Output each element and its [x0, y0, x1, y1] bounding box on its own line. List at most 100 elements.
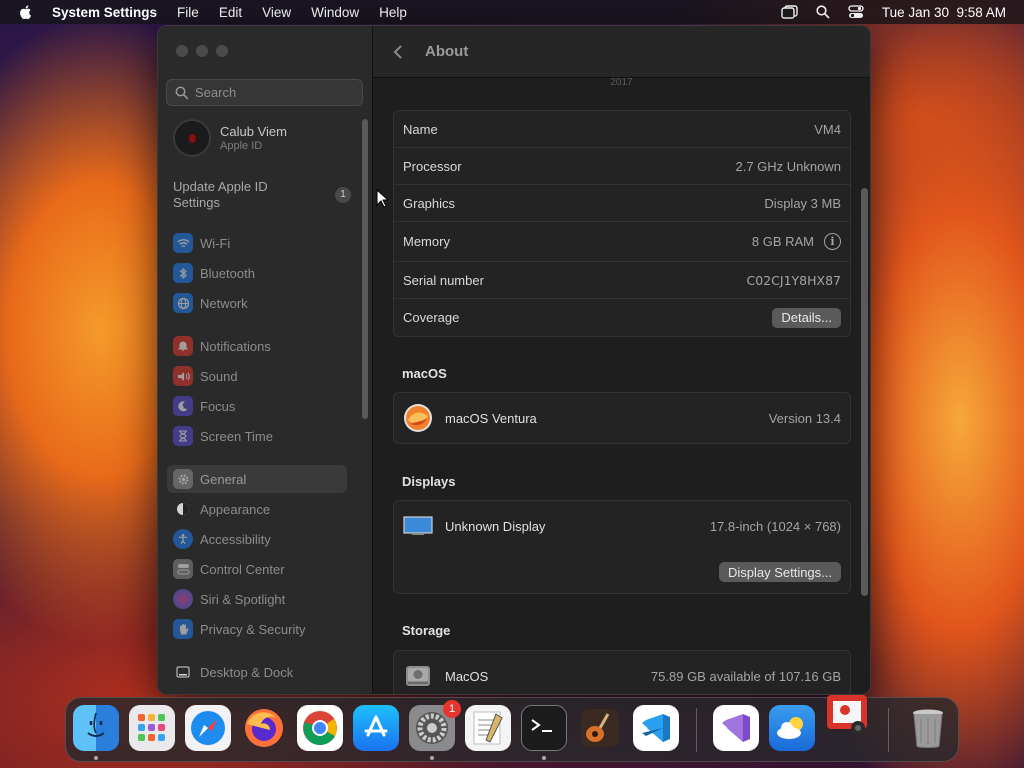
accessibility-icon — [173, 529, 193, 549]
macos-row: macOS Ventura Version 13.4 — [394, 393, 850, 443]
info-key: Coverage — [403, 310, 460, 325]
menu-edit[interactable]: Edit — [219, 5, 242, 20]
sidebar-label: Siri & Spotlight — [200, 591, 286, 607]
menu-window[interactable]: Window — [311, 5, 359, 20]
storage-value: 75.89 GB available of 107.16 GB — [650, 668, 841, 684]
sidebar-scrollbar[interactable] — [362, 119, 368, 419]
menu-view[interactable]: View — [262, 5, 291, 20]
info-row-name: Name VM4 — [394, 111, 850, 148]
sidebar-label: Focus — [200, 398, 236, 414]
display-name: Unknown Display — [445, 518, 546, 534]
apple-menu-icon[interactable] — [18, 4, 34, 20]
dock-separator — [888, 708, 889, 752]
safari-icon[interactable] — [185, 705, 231, 751]
account-subtitle: Apple ID — [220, 140, 263, 152]
display-settings-button[interactable]: Display Settings... — [718, 562, 841, 582]
sidebar-label: Sound — [200, 368, 238, 384]
sidebar-item-general[interactable]: General — [167, 465, 347, 493]
system-settings-icon[interactable]: 1 — [409, 700, 461, 751]
launchpad-icon[interactable] — [129, 705, 175, 751]
info-row-serial: Serial number C02CJ1Y8HX87 — [394, 262, 850, 299]
sidebar-item-network[interactable]: Network — [173, 291, 248, 315]
info-key: Processor — [403, 158, 462, 174]
sidebar-item-wifi[interactable]: Wi-Fi — [173, 231, 230, 255]
weather-icon[interactable] — [769, 705, 815, 751]
menu-bar: System Settings File Edit View Window He… — [0, 0, 1024, 24]
sidebar-label: Network — [200, 295, 248, 311]
sidebar-item-screen-time[interactable]: Screen Time — [173, 424, 273, 448]
sidebar-item-siri-spotlight[interactable]: Siri & Spotlight — [173, 587, 285, 611]
info-icon[interactable]: i — [824, 233, 841, 250]
update-apple-id-item[interactable]: Update Apple ID Settings 1 — [173, 179, 353, 211]
speaker-icon — [173, 366, 193, 386]
minimize-button[interactable] — [196, 45, 208, 57]
search-icon — [175, 86, 189, 99]
visual-studio-icon[interactable] — [713, 705, 759, 751]
menu-help[interactable]: Help — [379, 5, 407, 20]
menu-file[interactable]: File — [177, 5, 199, 20]
storage-row: MacOS 75.89 GB available of 107.16 GB — [394, 651, 850, 694]
sidebar-label: Control Center — [200, 561, 285, 577]
textedit-icon[interactable] — [465, 705, 511, 751]
about-pane: About 2017 Name VM4 Processor 2.7 GHz Un… — [373, 26, 870, 694]
coverage-details-button[interactable]: Details... — [772, 307, 841, 328]
control-center-icon[interactable] — [848, 5, 864, 19]
device-info-group: Name VM4 Processor 2.7 GHz Unknown Graph… — [393, 110, 851, 337]
sidebar-item-desktop-dock[interactable]: Desktop & Dock — [173, 660, 293, 684]
content-scrollbar[interactable] — [861, 188, 868, 596]
garageband-icon[interactable] — [577, 705, 623, 751]
gear-icon — [173, 469, 193, 489]
sidebar-item-control-center[interactable]: Control Center — [173, 557, 285, 581]
zoom-button[interactable] — [216, 45, 228, 57]
terminal-running-indicator — [542, 756, 546, 760]
account-name: Calub Viem — [220, 124, 287, 139]
display-icon — [403, 511, 433, 541]
sidebar-item-appearance[interactable]: Appearance — [173, 497, 270, 521]
update-badge: 1 — [335, 187, 351, 203]
siri-icon — [173, 589, 193, 609]
finder-icon[interactable] — [73, 705, 119, 751]
window-controls — [176, 45, 228, 57]
moon-icon — [173, 396, 193, 416]
back-chevron-icon[interactable] — [393, 44, 403, 60]
close-button[interactable] — [176, 45, 188, 57]
photo-booth-icon[interactable] — [825, 692, 871, 738]
hand-icon — [173, 619, 193, 639]
menu-clock[interactable]: Tue Jan 30 9:58 AM — [882, 5, 1006, 20]
app-store-icon[interactable] — [353, 705, 399, 751]
sidebar-item-accessibility[interactable]: Accessibility — [173, 527, 271, 551]
sidebar-item-notifications[interactable]: Notifications — [173, 334, 271, 358]
info-row-coverage: Coverage Details... — [394, 299, 850, 336]
system-settings-window: Search Calub Viem Apple ID Update Apple … — [157, 25, 871, 695]
info-value: 2.7 GHz Unknown — [735, 158, 842, 174]
displays-group: Unknown Display 17.8-inch (1024 × 768) D… — [393, 500, 851, 594]
stage-manager-icon[interactable] — [781, 5, 798, 19]
trash-icon[interactable] — [905, 705, 951, 751]
firefox-icon[interactable] — [241, 705, 287, 751]
info-value: C02CJ1Y8HX87 — [746, 272, 841, 288]
spotlight-search-icon[interactable] — [816, 5, 830, 19]
sidebar-label: General — [200, 471, 247, 487]
search-field[interactable]: Search — [166, 79, 363, 106]
sidebar-item-focus[interactable]: Focus — [173, 394, 235, 418]
sidebar-item-bluetooth[interactable]: Bluetooth — [173, 261, 255, 285]
apple-id-account[interactable]: Calub Viem Apple ID — [173, 119, 287, 157]
storage-section-header: Storage — [402, 623, 451, 638]
wifi-icon — [173, 233, 193, 253]
bluetooth-icon — [173, 263, 193, 283]
macos-section-header: macOS — [402, 366, 447, 381]
update-apple-id-label: Update Apple ID Settings — [173, 179, 268, 210]
model-year: 2017 — [610, 77, 633, 88]
terminal-icon[interactable] — [521, 705, 567, 751]
info-value: Display 3 MB — [764, 195, 841, 211]
sidebar-item-sound[interactable]: Sound — [173, 364, 238, 388]
display-row: Unknown Display 17.8-inch (1024 × 768) — [394, 501, 850, 551]
chrome-icon[interactable] — [297, 705, 343, 751]
info-key: Name — [403, 121, 438, 137]
vscode-icon[interactable] — [633, 705, 679, 751]
app-menu[interactable]: System Settings — [52, 5, 157, 20]
sidebar-label: Bluetooth — [200, 265, 255, 281]
displays-section-header: Displays — [402, 474, 456, 489]
storage-name: MacOS — [445, 668, 489, 684]
sidebar-item-privacy-security[interactable]: Privacy & Security — [173, 617, 305, 641]
